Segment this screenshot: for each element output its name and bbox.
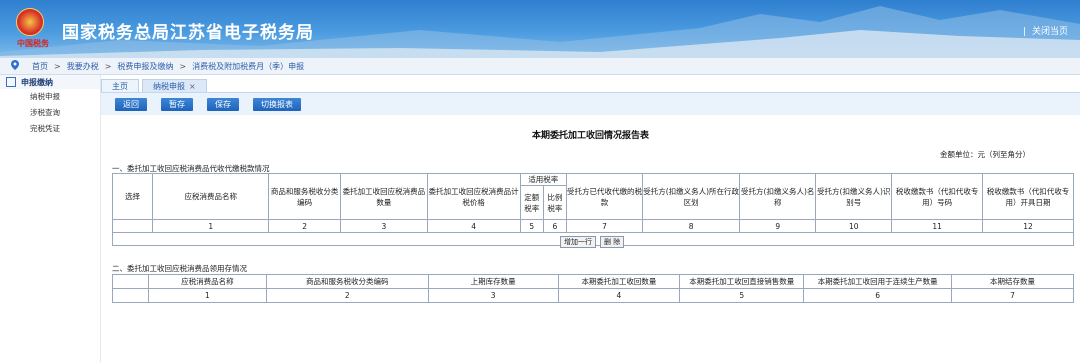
table-cell: 2 (265, 288, 429, 303)
report-title: 本期委托加工收回情况报告表 (531, 131, 649, 141)
header-agent-id: 受托方(扣缴义务人)识别号 (815, 173, 893, 220)
header-recovered-qty: 本期委托加工收回数量 (557, 274, 681, 289)
table-cell: 5 (519, 219, 544, 233)
breadcrumb: 首页 > 我要办税 > 税费申报及缴纳 > 消费税及附加税费月（季）申报 (0, 58, 1080, 75)
add-row-button[interactable]: 增加一行 (560, 236, 596, 248)
table-cell: 9 (739, 219, 817, 233)
tab-bar: 主页 纳税申报 × (101, 79, 210, 93)
table-cell: 6 (542, 219, 568, 233)
breadcrumb-home[interactable]: 首页 (32, 61, 48, 72)
table-cell: 3 (340, 219, 428, 233)
sidebar-item-tax-declaration[interactable]: 纳税申报 (0, 89, 100, 105)
breadcrumb-tax-handling[interactable]: 我要办税 (67, 61, 99, 72)
temp-save-button[interactable]: 暂存 (161, 97, 193, 111)
header-tax-code: 商品和服务税收分类编码 (265, 274, 429, 289)
table-cell: 4 (557, 288, 681, 303)
header-collected-tax: 受托方已代收代缴的税款 (566, 173, 644, 220)
header-product-name: 应税消费品名称 (152, 173, 270, 220)
header-select: 选择 (111, 173, 154, 220)
tab-declaration-label: 纳税申报 (153, 82, 185, 91)
header-receipt-number: 税收缴款书（代扣代收专用）号码 (891, 173, 984, 220)
header-taxable-price: 委托加工收回应税消费品计税价格 (426, 173, 521, 220)
row-actions: 增加一行 删 除 (560, 236, 625, 248)
header-quantity: 委托加工收回应税消费品数量 (340, 173, 428, 220)
delete-button[interactable]: 删 除 (600, 236, 625, 248)
breadcrumb-separator: > (179, 61, 187, 71)
location-pin-icon (8, 60, 22, 72)
header-agent-name: 受托方(扣缴义务人)名称 (739, 173, 817, 220)
table-cell: 12 (982, 219, 1074, 233)
header-ratio-rate: 比例税率 (542, 185, 568, 220)
tab-home[interactable]: 主页 (101, 79, 139, 93)
close-page-link[interactable]: | 关闭当页 (1023, 24, 1068, 37)
breadcrumb-consumption-tax[interactable]: 消费税及附加税费月（季）申报 (192, 61, 304, 72)
header-production-qty: 本期委托加工收回用于连续生产数量 (803, 274, 953, 289)
table-cell: 7 (566, 219, 644, 233)
tab-tax-declaration[interactable]: 纳税申报 × (142, 79, 207, 93)
table-cell: 1 (152, 219, 270, 233)
table-cell: 1 (147, 288, 267, 303)
table-cell: 6 (803, 288, 953, 303)
breadcrumb-declaration[interactable]: 税费申报及缴纳 (117, 61, 173, 72)
close-page-label: 关闭当页 (1031, 27, 1068, 37)
header-banner: 中国税务 国家税务总局江苏省电子税务局 | 关闭当页 (0, 0, 1080, 58)
header-receipt-date: 税收缴款书（代扣代收专用）开具日期 (982, 173, 1074, 220)
breadcrumb-separator: > (104, 61, 112, 71)
table-cell (112, 288, 149, 303)
back-button[interactable]: 返回 (115, 97, 147, 111)
amount-unit: 金额单位：元（列至角分） (940, 150, 1030, 159)
section2-title: 二、委托加工收回应税消费品领用存情况 (112, 264, 247, 273)
tax-emblem-icon (16, 8, 44, 36)
sidebar-item-tax-certificate[interactable]: 完税凭证 (0, 121, 100, 137)
table-row: 1 2 3 4 5 6 7 (112, 288, 1074, 303)
header-tax-code: 商品和服务税收分类编码 (268, 173, 342, 220)
switch-report-button[interactable]: 切换报表 (253, 97, 301, 111)
breadcrumb-separator: > (54, 61, 61, 71)
table-cell: 3 (427, 288, 559, 303)
header-prior-stock: 上期库存数量 (427, 274, 559, 289)
table-cell: 7 (951, 288, 1074, 303)
separator: | (1022, 27, 1026, 37)
header-product-name: 应税消费品名称 (147, 274, 267, 289)
sidebar: 申报缴纳 纳税申报 涉税查询 完税凭证 (0, 75, 101, 362)
toolbar: 返回 暂存 保存 切换报表 (101, 92, 1080, 115)
header-closing-stock: 本期结存数量 (951, 274, 1074, 289)
table-cell: 8 (642, 219, 741, 233)
table-cell: 2 (268, 219, 342, 233)
save-button[interactable]: 保存 (207, 97, 239, 111)
sidebar-heading[interactable]: 申报缴纳 (0, 75, 100, 89)
tab-home-label: 主页 (112, 82, 128, 91)
header-region: 受托方(扣缴义务人)所在行政区划 (642, 173, 741, 220)
section2-table: 应税消费品名称 商品和服务税收分类编码 上期库存数量 本期委托加工收回数量 本期… (112, 274, 1074, 303)
sidebar-heading-label: 申报缴纳 (21, 77, 53, 87)
header-rate-group: 适用税率 (519, 173, 568, 186)
emblem-stamp: 中国税务 (17, 38, 49, 48)
table-cell: 4 (426, 219, 521, 233)
table-cell: 10 (815, 219, 893, 233)
table-cell (112, 274, 149, 289)
sidebar-item-tax-query[interactable]: 涉税查询 (0, 105, 100, 121)
close-icon[interactable]: × (189, 82, 196, 91)
table-cell: 5 (679, 288, 805, 303)
site-title: 国家税务总局江苏省电子税务局 (62, 23, 314, 43)
table-row: 1 2 3 4 5 6 7 8 9 10 11 12 (111, 219, 1074, 233)
menu-square-icon (6, 77, 16, 87)
table-cell: 11 (891, 219, 984, 233)
header-direct-sale-qty: 本期委托加工收回直接销售数量 (679, 274, 805, 289)
header-fixed-rate: 定额税率 (519, 185, 544, 220)
table-cell (111, 219, 154, 233)
